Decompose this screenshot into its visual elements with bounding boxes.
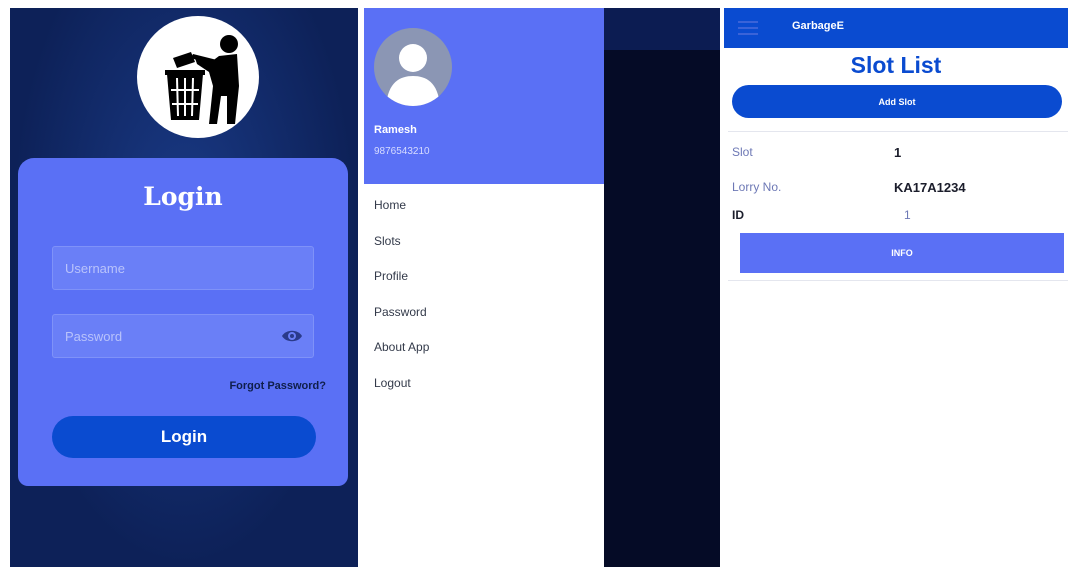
login-card: Login Forgot Password? Login bbox=[18, 158, 348, 486]
login-button[interactable]: Login bbox=[52, 416, 316, 458]
lorry-label: Lorry No. bbox=[732, 180, 782, 194]
divider bbox=[728, 280, 1068, 281]
user-phone: 9876543210 bbox=[374, 146, 430, 157]
slot-label: Slot bbox=[732, 145, 753, 159]
add-slot-button[interactable]: Add Slot bbox=[732, 85, 1062, 118]
username-input[interactable] bbox=[53, 247, 313, 289]
menu-item-home[interactable]: Home bbox=[364, 188, 604, 224]
menu-item-profile[interactable]: Profile bbox=[364, 259, 604, 295]
password-field bbox=[52, 314, 314, 358]
user-avatar-icon bbox=[374, 28, 452, 106]
menu-item-slots[interactable]: Slots bbox=[364, 224, 604, 260]
menu-item-logout[interactable]: Logout bbox=[364, 366, 604, 402]
app-title: GarbageE bbox=[792, 20, 844, 32]
menu-item-password[interactable]: Password bbox=[364, 295, 604, 331]
user-name: Ramesh bbox=[374, 124, 417, 136]
id-value: 1 bbox=[904, 208, 911, 222]
app-bar-behind-drawer bbox=[604, 8, 720, 50]
info-button[interactable]: INFO bbox=[740, 233, 1064, 273]
navigation-drawer: Ramesh 9876543210 Home Slots Profile Pas… bbox=[364, 8, 604, 567]
menu-item-about-app[interactable]: About App bbox=[364, 330, 604, 366]
slot-value: 1 bbox=[894, 145, 902, 160]
forgot-password-link[interactable]: Forgot Password? bbox=[229, 380, 326, 392]
hamburger-menu-icon[interactable] bbox=[738, 21, 758, 35]
drawer-header: Ramesh 9876543210 bbox=[364, 8, 604, 184]
login-title: Login bbox=[143, 182, 223, 211]
drawer-menu: Home Slots Profile Password About App Lo… bbox=[364, 188, 604, 401]
divider bbox=[728, 131, 1068, 132]
login-screen: Login Forgot Password? Login bbox=[10, 8, 358, 567]
lorry-value: KA17A1234 bbox=[894, 180, 966, 195]
eye-icon[interactable] bbox=[281, 328, 303, 344]
password-input[interactable] bbox=[53, 315, 313, 357]
app-bar: GarbageE bbox=[724, 8, 1068, 48]
page-title: Slot List bbox=[850, 52, 942, 78]
trash-bin-person-icon bbox=[137, 16, 259, 138]
username-field bbox=[52, 246, 314, 290]
slot-list-screen: GarbageE Slot List Add Slot Slot 1 Lorry… bbox=[724, 8, 1068, 567]
drawer-screen: Ramesh 9876543210 Home Slots Profile Pas… bbox=[364, 8, 720, 567]
id-label: ID bbox=[732, 208, 744, 222]
